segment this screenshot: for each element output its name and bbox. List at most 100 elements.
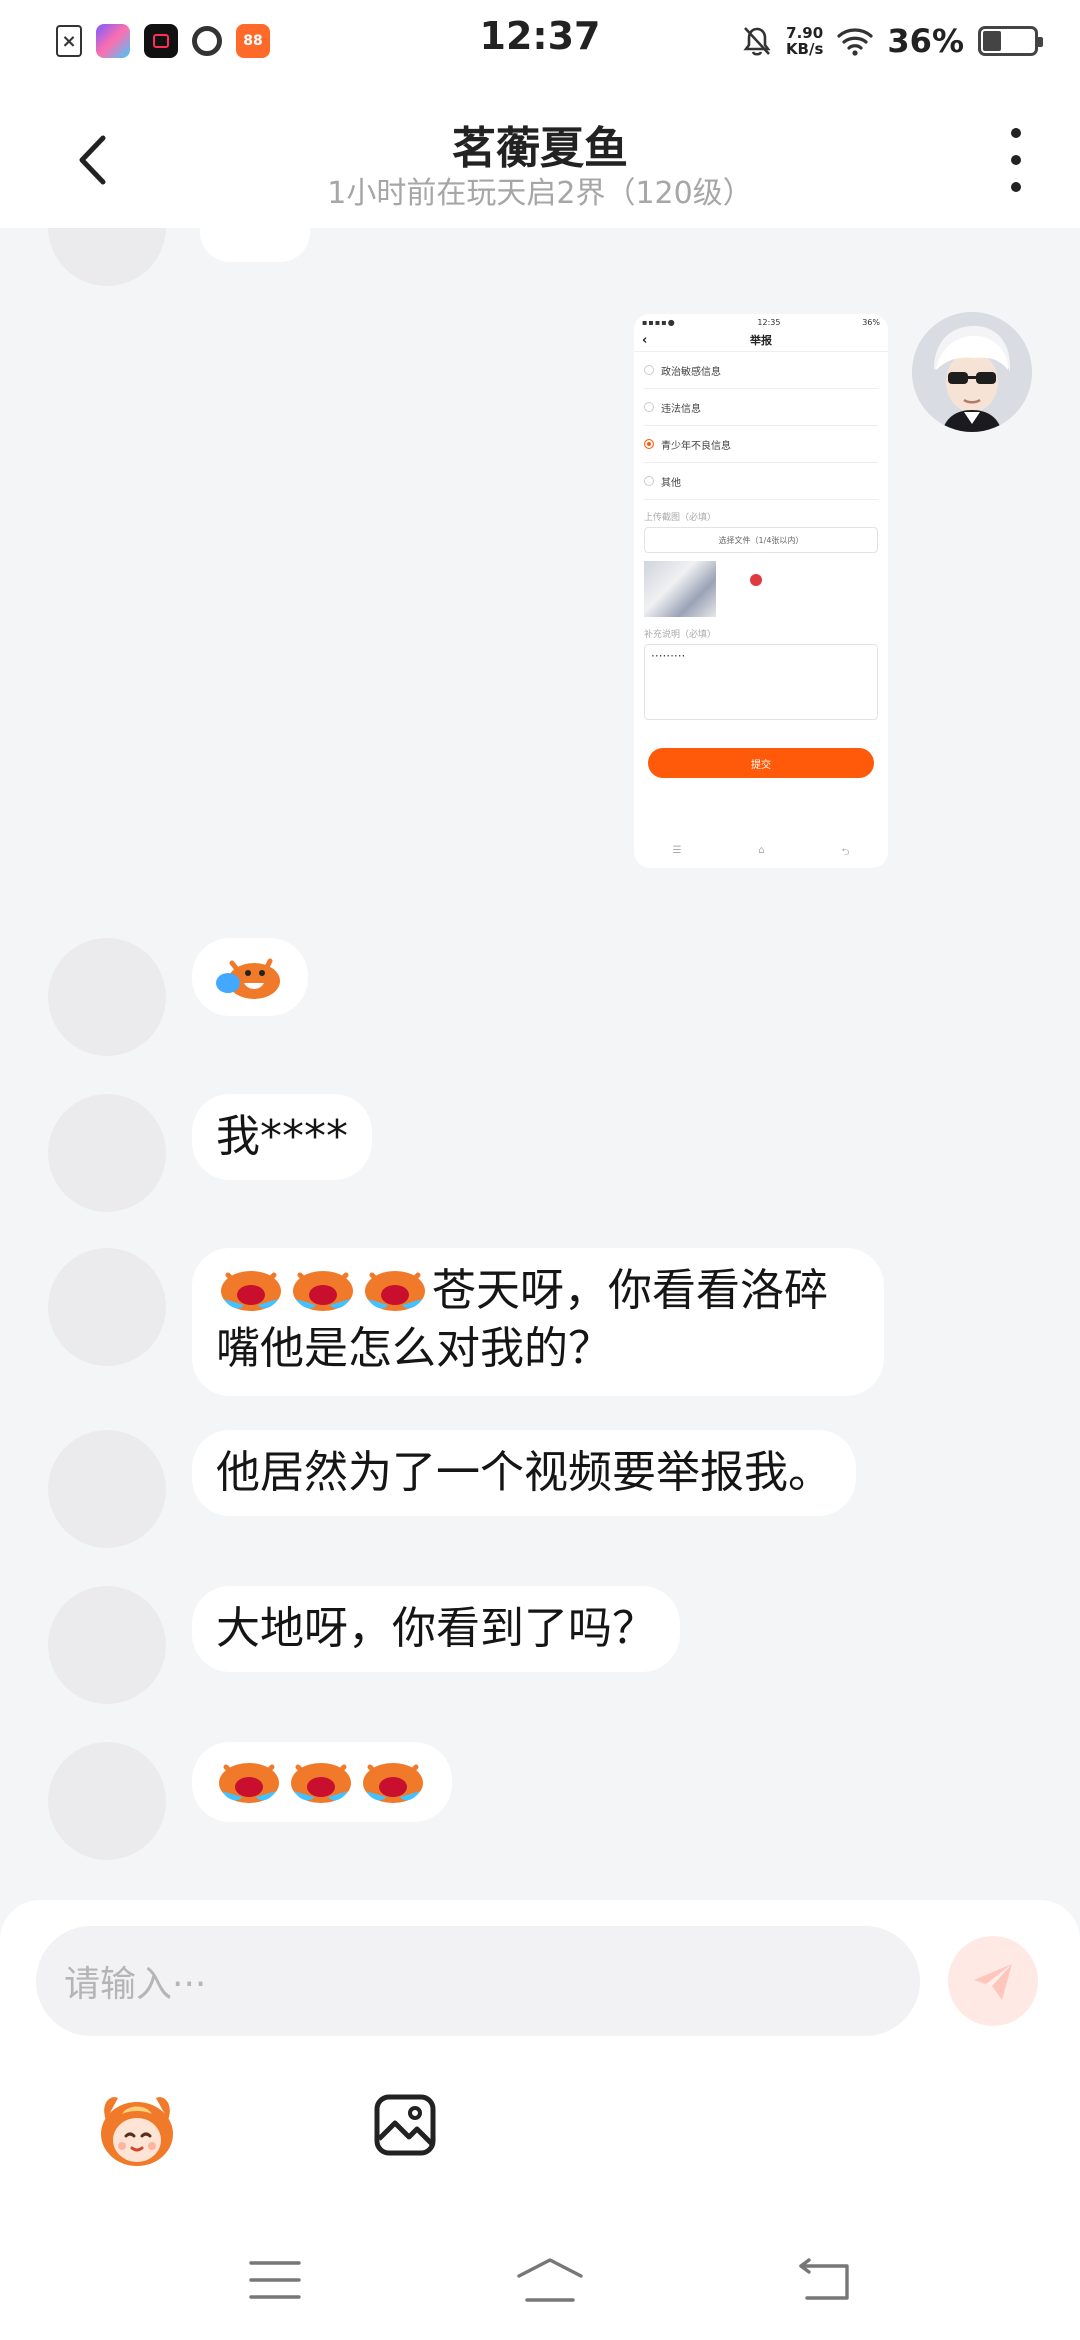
shot-option: 青少年不良信息: [644, 426, 878, 463]
message-bubble[interactable]: 我****: [192, 1094, 372, 1180]
wifi-icon: [837, 28, 874, 56]
battery-percent: 36%: [887, 22, 964, 60]
menu-nav-button[interactable]: [240, 2245, 310, 2315]
message-bubble[interactable]: 苍天呀，你看看洛碎 嘴他是怎么对我的？: [192, 1248, 884, 1396]
shot-status-time: 12:35: [757, 317, 781, 327]
menu-icon: [249, 2261, 301, 2299]
message-text: 我****: [216, 1111, 348, 1162]
avatar[interactable]: [48, 1248, 166, 1366]
bell-off-icon: [743, 27, 771, 56]
shot-option-label: 政治敏感信息: [661, 366, 721, 378]
shot-submit-button: 提交: [648, 748, 874, 778]
avatar[interactable]: [48, 1094, 166, 1212]
page-subtitle: 1小时前在玩天启2界（120级）: [327, 176, 753, 211]
shot-home-icon: ⌂: [758, 845, 765, 856]
shot-detail-field: ·········: [644, 644, 878, 720]
system-nav-bar: [0, 2220, 1080, 2340]
back-nav-button[interactable]: [790, 2245, 860, 2315]
shot-radio: [644, 476, 654, 486]
shot-evidence-label: 上传截图（必填）: [644, 513, 717, 523]
send-button[interactable]: [948, 1936, 1038, 2026]
avatar[interactable]: [48, 228, 166, 286]
home-nav-button[interactable]: [515, 2245, 585, 2315]
crying-crab-sticker-icon: [293, 1271, 353, 1311]
message-text: 他居然为了一个视频要举报我。: [216, 1447, 832, 1498]
back-nav-icon: [799, 2258, 849, 2300]
shot-radio-selected: [644, 439, 654, 449]
shot-upload-field: 选择文件（1/4张以内）: [644, 527, 878, 553]
message-line: 苍天呀，你看看洛碎: [216, 1262, 860, 1320]
status-app-icons: × 88: [56, 24, 742, 58]
message-text-line2: 嘴他是怎么对我的？: [216, 1323, 612, 1374]
avatar[interactable]: [48, 1430, 166, 1548]
more-vertical-icon: [1011, 128, 1021, 138]
sticker-bubble[interactable]: [192, 938, 308, 1016]
shot-option: 其他: [644, 463, 878, 500]
browser-q-icon: [192, 26, 222, 56]
mascot-emoji-icon: [101, 2097, 173, 2166]
message-input-placeholder: 请输入···: [64, 1964, 207, 2005]
my-avatar[interactable]: [912, 312, 1032, 432]
shot-status-battery: 36%: [862, 317, 880, 327]
image-button[interactable]: [370, 2090, 440, 2160]
home-icon: [517, 2258, 583, 2302]
message-text-line1: 苍天呀，你看看洛碎: [432, 1265, 828, 1316]
shot-submit-label: 提交: [751, 759, 771, 771]
crying-crab-sticker-icon: [219, 1763, 279, 1803]
shot-option: 政治敏感信息: [644, 352, 878, 389]
file-x-icon: ×: [56, 25, 82, 57]
shot-back-nav-icon: ⮌: [841, 847, 850, 858]
battery-icon: [978, 26, 1043, 56]
shot-back-icon: ‹: [642, 333, 648, 348]
shot-option-label: 违法信息: [661, 403, 701, 415]
crying-crab-sticker-icon: [365, 1271, 425, 1311]
image-icon: [374, 2094, 436, 2156]
avatar[interactable]: [48, 938, 166, 1056]
battery-fill: [983, 31, 1001, 51]
shot-radio: [644, 402, 654, 412]
network-speed-value: 7.90: [786, 24, 824, 42]
shot-header: ‹ 举报: [634, 330, 888, 352]
shot-option-label: 青少年不良信息: [661, 440, 731, 452]
message-bubble[interactable]: 他居然为了一个视频要举报我。: [192, 1430, 856, 1516]
shot-detail-label: 补充说明（必填）: [644, 630, 717, 640]
sticker-bubble[interactable]: [192, 1742, 452, 1822]
network-speed: 7.90 KB/s: [786, 25, 823, 57]
chat-area[interactable]: ▪▪▪▪● 12:35 36% ‹ 举报 政治敏感信息 违法信息 青少年不良信息…: [0, 228, 1080, 1900]
emoji-button[interactable]: [92, 2086, 182, 2172]
game-app-icon: [96, 24, 130, 58]
shot-delete-icon: [750, 574, 762, 586]
network-speed-unit: KB/s: [785, 40, 824, 58]
shop-app-icon: 88: [236, 24, 270, 58]
shot-status-icons: ▪▪▪▪●: [642, 317, 676, 327]
video-app-icon: [144, 24, 178, 58]
shared-screenshot[interactable]: ▪▪▪▪● 12:35 36% ‹ 举报 政治敏感信息 违法信息 青少年不良信息…: [634, 314, 888, 868]
message-bubble[interactable]: 大地呀，你看到了吗？: [192, 1586, 680, 1672]
shot-nav-bar: ☰ ⌂ ⮌: [634, 845, 888, 862]
more-button[interactable]: [996, 128, 1036, 192]
status-bar: × 88 12:37 7.90 KB/s 36%: [0, 0, 1080, 82]
shot-option: 违法信息: [644, 389, 878, 426]
laughing-crab-sticker-icon: [216, 958, 280, 999]
shot-radio: [644, 365, 654, 375]
page-title: 茗蘅夏鱼: [452, 123, 628, 174]
shot-upload-label: 选择文件（1/4张以内）: [718, 535, 804, 545]
avatar[interactable]: [48, 1586, 166, 1704]
shot-menu-icon: ☰: [672, 845, 682, 856]
crying-crab-sticker-icon: [221, 1271, 281, 1311]
shot-thumbnail: [644, 561, 716, 617]
chat-header: 茗蘅夏鱼 1小时前在玩天启2界（120级）: [0, 82, 1080, 228]
paper-plane-icon: [974, 1964, 1012, 2000]
shot-detail-value: ·········: [651, 649, 686, 663]
message-bubble-partial: [200, 228, 310, 262]
status-right: 7.90 KB/s 36%: [742, 22, 1043, 60]
shot-option-label: 其他: [661, 477, 681, 489]
crying-crab-sticker-icon: [363, 1763, 423, 1803]
message-text: 大地呀，你看到了吗？: [216, 1603, 656, 1654]
shot-status-bar: ▪▪▪▪● 12:35 36%: [634, 314, 888, 330]
crying-crab-sticker-icon: [291, 1763, 351, 1803]
avatar[interactable]: [48, 1742, 166, 1860]
shot-title: 举报: [750, 334, 772, 347]
avatar-illustration: [912, 312, 1032, 432]
message-input[interactable]: 请输入···: [36, 1926, 920, 2036]
